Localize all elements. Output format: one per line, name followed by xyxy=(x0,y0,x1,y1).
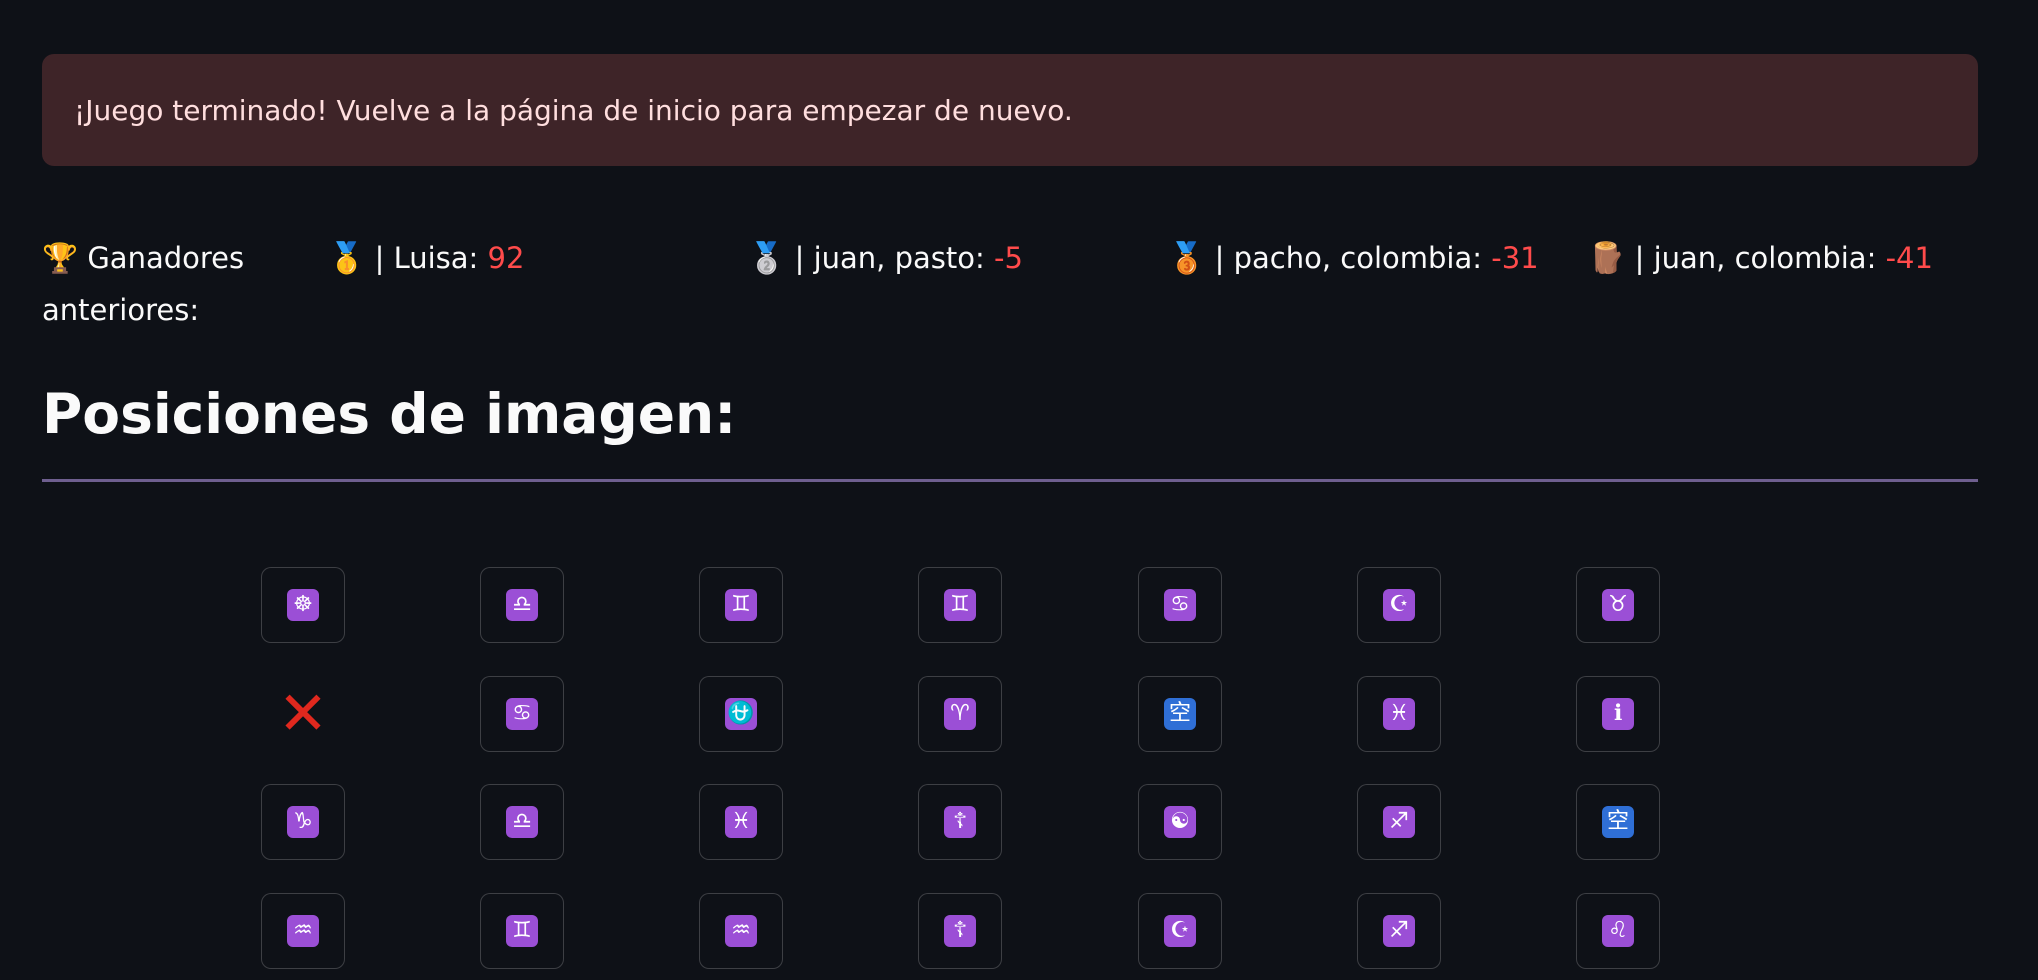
board-cell-button[interactable]: ♉ xyxy=(1576,567,1660,643)
winner-entry-4: 🪵 | juan, colombia: -41 xyxy=(1588,232,1933,285)
winner-separator: | xyxy=(365,241,394,275)
cross-mark-icon: ✕ xyxy=(277,679,329,749)
vacancy-button-icon: 空 xyxy=(1164,698,1196,730)
winner-entry-1: 🥇 | Luisa: 92 xyxy=(328,232,524,285)
board-cell-button[interactable]: ☪ xyxy=(1357,567,1441,643)
cancer-icon: ♋ xyxy=(1164,589,1196,621)
board-cell-button[interactable]: ♑ xyxy=(261,784,345,860)
libra-icon: ♎ xyxy=(506,589,538,621)
taurus-icon: ♉ xyxy=(1602,589,1634,621)
board-cell-button[interactable]: ℹ xyxy=(1576,676,1660,752)
libra-icon: ♎ xyxy=(506,806,538,838)
board-cell-button[interactable]: ♎ xyxy=(480,567,564,643)
board-cell-button[interactable]: ♒ xyxy=(261,893,345,969)
board-cell-button[interactable]: ♐ xyxy=(1357,893,1441,969)
winner-name: juan, pasto: xyxy=(813,241,994,275)
star-and-crescent-icon: ☪ xyxy=(1164,915,1196,947)
winner-score: -41 xyxy=(1885,241,1933,275)
board-cell-button[interactable]: ♊ xyxy=(699,567,783,643)
board-cell-button[interactable]: ♌ xyxy=(1576,893,1660,969)
board-cell-button[interactable]: ☦ xyxy=(918,893,1002,969)
board-cell-button[interactable]: ♒ xyxy=(699,893,783,969)
yin-yang-icon: ☯ xyxy=(1164,806,1196,838)
board-cell-button[interactable]: ♐ xyxy=(1357,784,1441,860)
bronze-medal-icon: 🥉 xyxy=(1168,241,1206,276)
previous-winners: 🏆 Ganadores anteriores: 🥇 | Luisa: 92 🥈 … xyxy=(42,232,2002,332)
board-cell-button[interactable]: ♋ xyxy=(1138,567,1222,643)
information-icon: ℹ xyxy=(1602,698,1634,730)
winner-separator: | xyxy=(1205,241,1234,275)
orthodox-cross-icon: ☦ xyxy=(944,806,976,838)
winner-score: 92 xyxy=(487,241,525,275)
winner-name: juan, colombia: xyxy=(1653,241,1886,275)
board-cell-button[interactable]: ☦ xyxy=(918,784,1002,860)
page-title: Posiciones de imagen: xyxy=(42,382,737,446)
winner-name: Luisa: xyxy=(393,241,488,275)
wood-log-icon: 🪵 xyxy=(1588,241,1626,276)
page: ¡Juego terminado! Vuelve a la página de … xyxy=(0,0,2038,980)
gemini-icon: ♊ xyxy=(725,589,757,621)
gold-medal-icon: 🥇 xyxy=(328,241,366,276)
board-cell-button[interactable]: ♊ xyxy=(480,893,564,969)
board-cell-button[interactable]: ☪ xyxy=(1138,893,1222,969)
sagittarius-icon: ♐ xyxy=(1383,806,1415,838)
sagittarius-icon: ♐ xyxy=(1383,915,1415,947)
board-cell-button[interactable]: ☯ xyxy=(1138,784,1222,860)
board-cell-button[interactable]: ☸ xyxy=(261,567,345,643)
aquarius-icon: ♒ xyxy=(287,915,319,947)
ophiuchus-icon: ⛎ xyxy=(725,698,757,730)
board-cell-button[interactable]: ♊ xyxy=(918,567,1002,643)
winner-entry-2: 🥈 | juan, pasto: -5 xyxy=(748,232,1023,285)
winner-score: -31 xyxy=(1491,241,1539,275)
aries-icon: ♈ xyxy=(944,698,976,730)
winner-separator: | xyxy=(1625,241,1654,275)
winner-score: -5 xyxy=(994,241,1023,275)
winner-separator: | xyxy=(785,241,814,275)
silver-medal-icon: 🥈 xyxy=(748,241,786,276)
orthodox-cross-icon: ☦ xyxy=(944,915,976,947)
vacancy-button-icon: 空 xyxy=(1602,806,1634,838)
winners-label: 🏆 Ganadores anteriores: xyxy=(42,241,245,327)
winner-entry-3: 🥉 | pacho, colombia: -31 xyxy=(1168,232,1539,285)
board-cell-button[interactable]: ♋ xyxy=(480,676,564,752)
capricorn-icon: ♑ xyxy=(287,806,319,838)
divider xyxy=(42,479,1978,482)
board-cell-button[interactable]: ♎ xyxy=(480,784,564,860)
board-cell-button[interactable]: 空 xyxy=(1576,784,1660,860)
wheel-of-dharma-icon: ☸ xyxy=(287,589,319,621)
board-cell-button[interactable]: ♓ xyxy=(1357,676,1441,752)
board-cell-button[interactable]: ⛎ xyxy=(699,676,783,752)
star-and-crescent-icon: ☪ xyxy=(1383,589,1415,621)
aquarius-icon: ♒ xyxy=(725,915,757,947)
alert-text: ¡Juego terminado! Vuelve a la página de … xyxy=(74,93,1073,127)
cancer-icon: ♋ xyxy=(506,698,538,730)
leo-icon: ♌ xyxy=(1602,915,1634,947)
gemini-icon: ♊ xyxy=(506,915,538,947)
board-cell-button[interactable]: ♓ xyxy=(699,784,783,860)
board-cell-button[interactable]: 空 xyxy=(1138,676,1222,752)
game-over-alert: ¡Juego terminado! Vuelve a la página de … xyxy=(42,54,1978,166)
pisces-icon: ♓ xyxy=(725,806,757,838)
board-cell-button[interactable]: ♈ xyxy=(918,676,1002,752)
winner-name: pacho, colombia: xyxy=(1233,241,1492,275)
pisces-icon: ♓ xyxy=(1383,698,1415,730)
gemini-icon: ♊ xyxy=(944,589,976,621)
